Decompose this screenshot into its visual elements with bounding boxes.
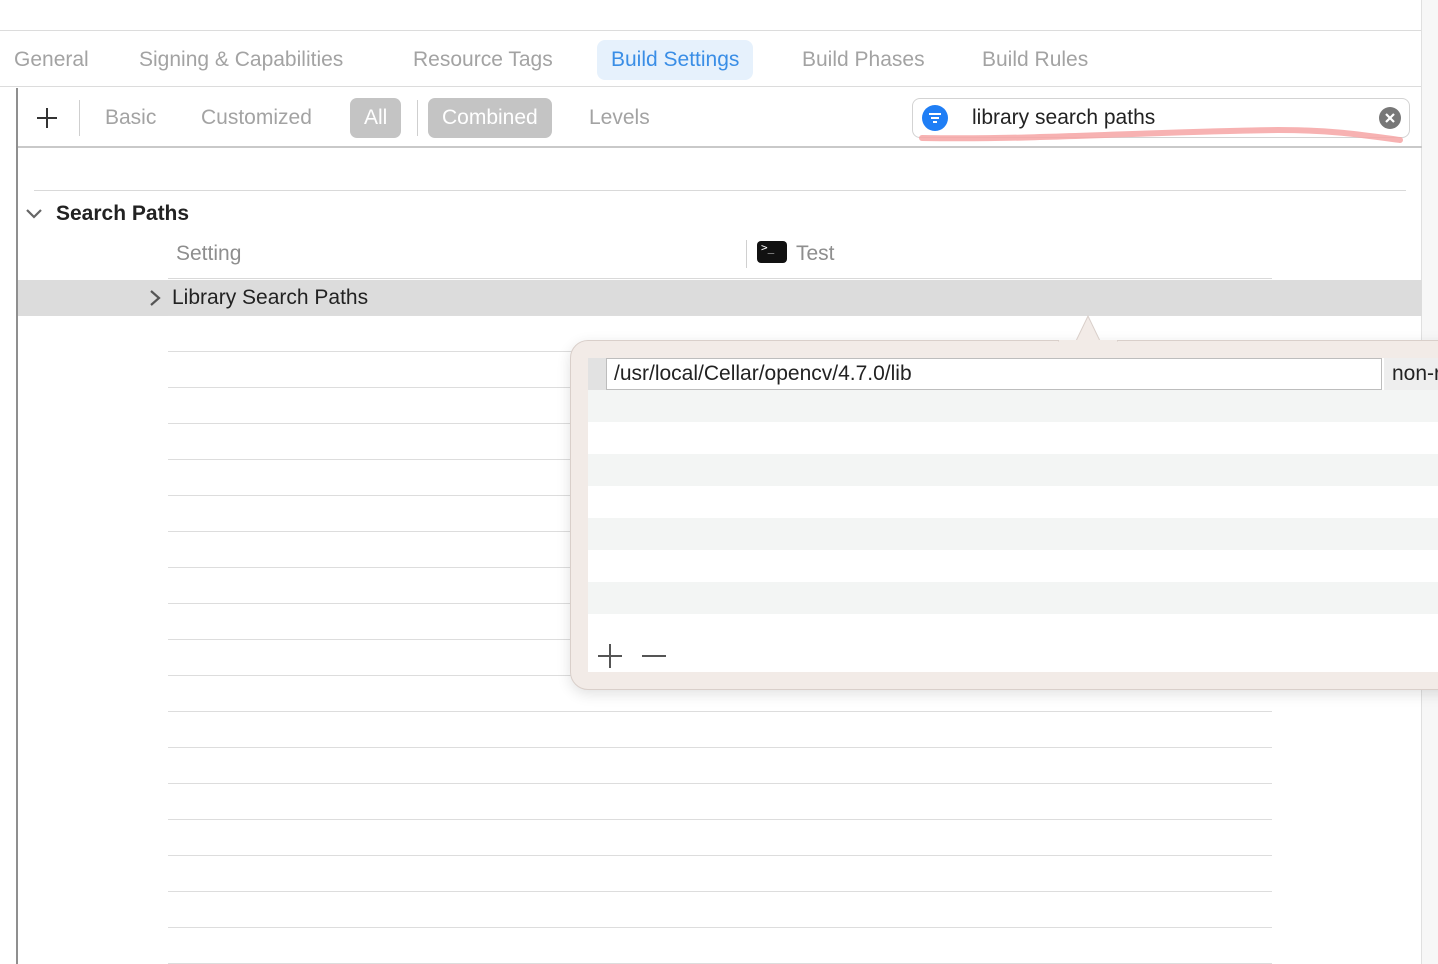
table-row-divider	[168, 711, 1272, 712]
plus-icon	[37, 108, 57, 128]
disclosure-chevron-down-icon[interactable]	[24, 204, 44, 224]
column-header-target[interactable]: Test	[796, 240, 835, 268]
path-value-field[interactable]	[606, 358, 1382, 390]
recursion-type-selector[interactable]: non-recursive	[1384, 358, 1438, 390]
add-setting-button[interactable]	[30, 100, 64, 136]
scope-customized[interactable]: Customized	[201, 98, 312, 138]
column-header-setting[interactable]: Setting	[176, 240, 241, 268]
tab-build-phases[interactable]: Build Phases	[802, 40, 925, 80]
scope-all[interactable]: All	[350, 98, 402, 138]
list-stripe	[588, 518, 1438, 550]
list-row-gutter	[588, 358, 606, 390]
view-levels[interactable]: Levels	[589, 98, 650, 138]
table-row-divider	[168, 891, 1272, 892]
filter-bar-divider	[18, 146, 1422, 148]
tab-signing-capabilities[interactable]: Signing & Capabilities	[139, 40, 343, 80]
tabs-divider	[0, 86, 1422, 87]
section-divider	[34, 190, 1406, 191]
editor-left-border	[16, 88, 18, 964]
section-title: Search Paths	[56, 202, 190, 225]
table-row-divider	[168, 927, 1272, 928]
table-row-divider	[168, 819, 1272, 820]
toolbar-separator	[79, 100, 80, 136]
disclosure-chevron-right-icon[interactable]	[146, 288, 164, 308]
header-divider	[168, 278, 1272, 279]
add-path-button[interactable]	[596, 642, 624, 670]
list-stripe	[588, 582, 1438, 614]
table-row-divider	[168, 747, 1272, 748]
table-row-divider	[168, 855, 1272, 856]
remove-path-button[interactable]	[640, 642, 668, 670]
column-separator	[746, 240, 747, 268]
scope-basic[interactable]: Basic	[105, 98, 156, 138]
tab-build-settings[interactable]: Build Settings	[597, 40, 754, 80]
terminal-icon: >_	[757, 241, 787, 263]
list-stripe	[588, 390, 1438, 422]
toolbar-separator	[417, 100, 418, 136]
table-row-divider	[168, 783, 1272, 784]
view-combined[interactable]: Combined	[428, 98, 552, 138]
minus-icon	[642, 655, 666, 657]
setting-row-label: Library Search Paths	[172, 286, 369, 309]
top-divider	[0, 30, 1422, 31]
list-stripe	[588, 454, 1438, 486]
tab-resource-tags[interactable]: Resource Tags	[413, 40, 553, 80]
tab-general[interactable]: General	[14, 40, 89, 80]
tab-build-rules[interactable]: Build Rules	[982, 40, 1088, 80]
plus-icon	[598, 644, 622, 668]
popover-arrow	[1058, 314, 1118, 343]
